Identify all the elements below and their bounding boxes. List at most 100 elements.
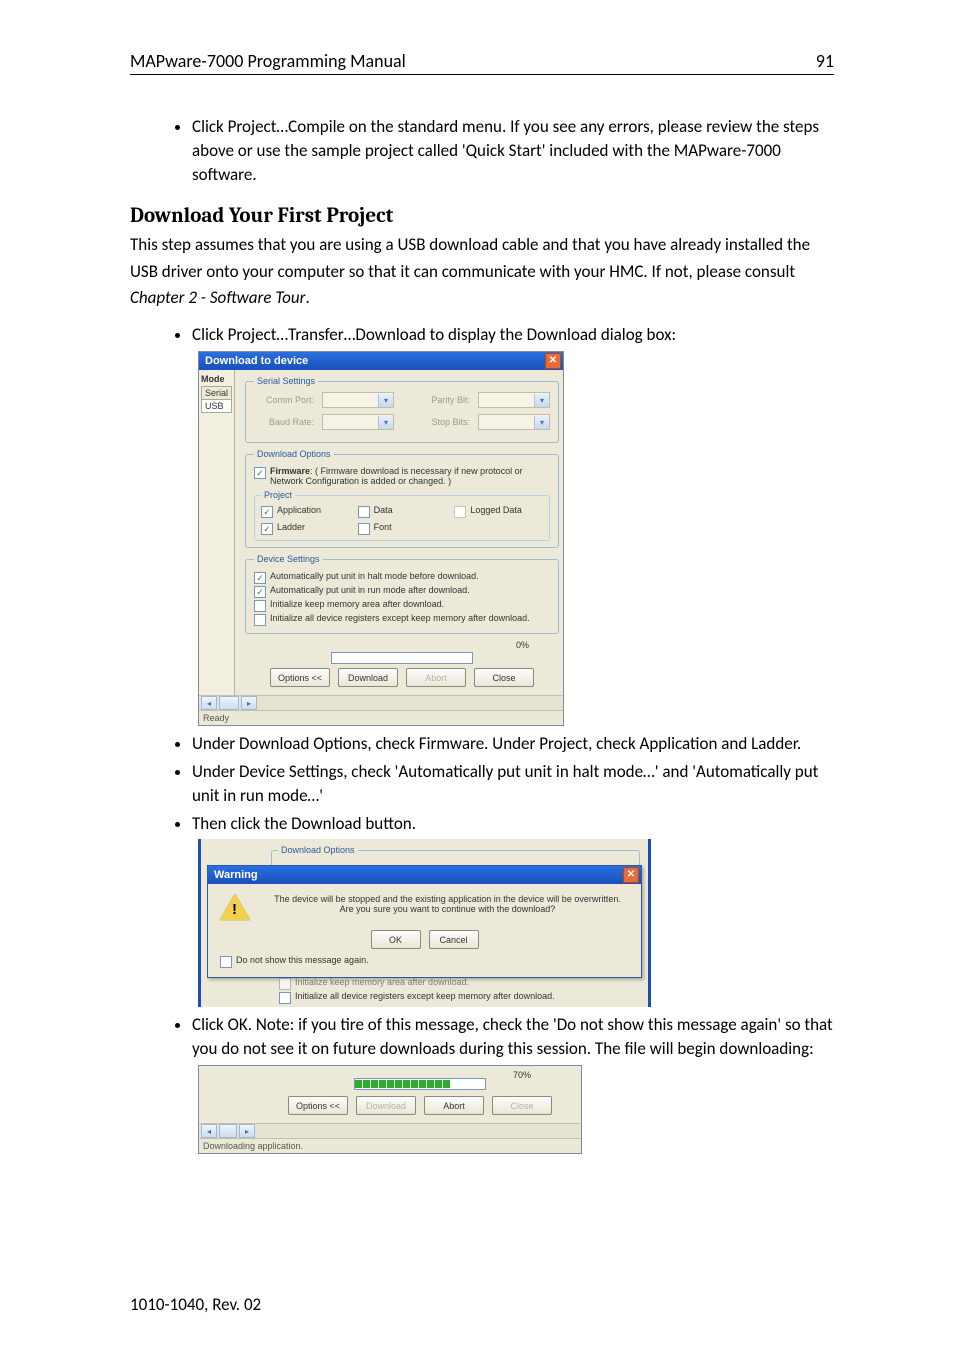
intro-bullet-list: Click Project…Compile on the standard me… — [130, 115, 834, 186]
dlopt-legend: Download Options — [254, 449, 334, 459]
font-row[interactable]: ✓Font — [358, 522, 447, 535]
h-scrollbar-2[interactable]: ◂ ▸ — [199, 1123, 581, 1138]
logged-row: ✓Logged Data — [454, 505, 543, 518]
under2-checkbox[interactable]: ✓ — [279, 992, 291, 1004]
parity-dropdown[interactable]: ▾ — [478, 392, 550, 408]
scroll-thumb[interactable] — [219, 1124, 237, 1138]
mode-column: Mode Serial USB — [199, 370, 235, 695]
progress-area: 0% — [245, 640, 559, 664]
progress-percent: 0% — [245, 640, 559, 650]
project-legend: Project — [261, 490, 295, 500]
b3-1: Under Device Settings, check 'Automatica… — [192, 760, 834, 808]
close-icon[interactable]: ✕ — [623, 867, 639, 883]
initall-row[interactable]: ✓Initialize all device registers except … — [254, 613, 550, 626]
dontshow-row[interactable]: ✓ Do not show this message again. — [220, 955, 629, 968]
ladder-checkbox[interactable]: ✓ — [261, 523, 273, 535]
warning-screenshot: Download Options Warning ✕ ! The device … — [198, 839, 651, 1007]
scroll-left-icon[interactable]: ◂ — [201, 1124, 217, 1138]
close-button-2: Close — [492, 1096, 552, 1115]
run-row[interactable]: ✓Automatically put unit in run mode afte… — [254, 585, 550, 598]
mode-tab-serial[interactable]: Serial — [201, 386, 232, 400]
initall-checkbox[interactable]: ✓ — [254, 614, 266, 626]
intro-paragraph: This step assumes that you are using a U… — [130, 232, 834, 311]
download-dialog: Download to device ✕ Mode Serial USB Ser… — [198, 351, 564, 726]
manual-title: MAPware-7000 Programming Manual — [130, 50, 406, 72]
under2-row[interactable]: ✓Initialize all device registers except … — [279, 991, 638, 1004]
comm-port-label: Comm Port: — [254, 395, 314, 405]
firmware-row[interactable]: ✓ Firmware: ( Firmware download is neces… — [254, 466, 550, 486]
mode-tab-usb[interactable]: USB — [201, 399, 232, 413]
halt-checkbox[interactable]: ✓ — [254, 572, 266, 584]
stop-label: Stop Bits: — [410, 417, 470, 427]
download-button-2: Download — [356, 1096, 416, 1115]
scroll-right-icon[interactable]: ▸ — [241, 696, 257, 710]
run-checkbox[interactable]: ✓ — [254, 586, 266, 598]
initkeep-row[interactable]: ✓Initialize keep memory area after downl… — [254, 599, 550, 612]
h-scrollbar[interactable]: ◂ ▸ — [199, 695, 563, 710]
font-checkbox[interactable]: ✓ — [358, 523, 370, 535]
scroll-left-icon[interactable]: ◂ — [201, 696, 217, 710]
options-button[interactable]: Options << — [270, 668, 330, 687]
under1-checkbox: ✓ — [279, 978, 291, 990]
section-heading: Download Your First Project — [130, 204, 834, 228]
warning-text: The device will be stopped and the exist… — [266, 894, 629, 914]
initkeep-checkbox[interactable]: ✓ — [254, 600, 266, 612]
data-row[interactable]: ✓Data — [358, 505, 447, 518]
bullets-2: Click Project…Transfer…Download to displ… — [130, 323, 834, 347]
devset-legend: Device Settings — [254, 554, 323, 564]
firmware-checkbox[interactable]: ✓ — [254, 467, 266, 479]
bullets-3: Under Download Options, check Firmware. … — [130, 732, 834, 835]
chevron-down-icon: ▾ — [378, 416, 393, 429]
logged-checkbox: ✓ — [454, 506, 466, 518]
download-options-group: Download Options ✓ Firmware: ( Firmware … — [245, 449, 559, 548]
close-button[interactable]: Close — [474, 668, 534, 687]
warning-titlebar[interactable]: Warning ✕ — [208, 866, 641, 884]
abort-button-2[interactable]: Abort — [424, 1096, 484, 1115]
data-checkbox[interactable]: ✓ — [358, 506, 370, 518]
b4-0: Click OK. Note: if you tire of this mess… — [192, 1013, 834, 1061]
dlopt-legend-2: Download Options — [278, 845, 358, 855]
under1-row: ✓Initialize keep memory area after downl… — [279, 977, 638, 990]
warning-title: Warning — [214, 869, 258, 881]
b3-2: Then click the Download button. — [192, 812, 834, 836]
warning-icon: ! — [220, 894, 248, 920]
dontshow-checkbox[interactable]: ✓ — [220, 956, 232, 968]
abort-button: Abort — [406, 668, 466, 687]
scroll-right-icon[interactable]: ▸ — [239, 1124, 255, 1138]
device-settings-group: Device Settings ✓Automatically put unit … — [245, 554, 559, 634]
ladder-row[interactable]: ✓Ladder — [261, 522, 350, 535]
page-number: 91 — [816, 50, 834, 72]
baud-label: Baud Rate: — [254, 417, 314, 427]
progress-screenshot: 70% Options << Download Abort Close ◂ ▸ … — [198, 1065, 582, 1154]
stop-dropdown[interactable]: ▾ — [478, 414, 550, 430]
progress-bar — [331, 652, 473, 664]
progress-bar-70 — [354, 1078, 486, 1090]
status-bar-2: Downloading application. — [199, 1138, 581, 1153]
application-row[interactable]: ✓Application — [261, 505, 350, 518]
page-footer: 1010-1040, Rev. 02 — [130, 1294, 834, 1315]
options-button-2[interactable]: Options << — [288, 1096, 348, 1115]
scroll-thumb[interactable] — [219, 696, 239, 710]
application-checkbox[interactable]: ✓ — [261, 506, 273, 518]
cancel-button[interactable]: Cancel — [429, 930, 479, 949]
warning-dialog: Warning ✕ ! The device will be stopped a… — [207, 865, 642, 978]
close-icon[interactable]: ✕ — [545, 353, 561, 369]
chevron-down-icon: ▾ — [534, 394, 549, 407]
progress-70pct: 70% — [513, 1070, 531, 1080]
intro-bullet: Click Project…Compile on the standard me… — [192, 115, 834, 186]
comm-port-dropdown[interactable]: ▾ — [322, 392, 394, 408]
project-group: Project ✓Application ✓Data ✓Logged Data … — [254, 490, 550, 541]
dialog-titlebar[interactable]: Download to device ✕ — [199, 352, 563, 370]
download-button[interactable]: Download — [338, 668, 398, 687]
b2-0: Click Project…Transfer…Download to displ… — [192, 323, 834, 347]
b3-0: Under Download Options, check Firmware. … — [192, 732, 834, 756]
parity-label: Parity Bit: — [410, 395, 470, 405]
dialog-title: Download to device — [205, 355, 308, 367]
chevron-down-icon: ▾ — [378, 394, 393, 407]
mode-header: Mode — [201, 374, 232, 384]
baud-dropdown[interactable]: ▾ — [322, 414, 394, 430]
halt-row[interactable]: ✓Automatically put unit in halt mode bef… — [254, 571, 550, 584]
status-bar: Ready — [199, 710, 563, 725]
chevron-down-icon: ▾ — [534, 416, 549, 429]
ok-button[interactable]: OK — [371, 930, 421, 949]
